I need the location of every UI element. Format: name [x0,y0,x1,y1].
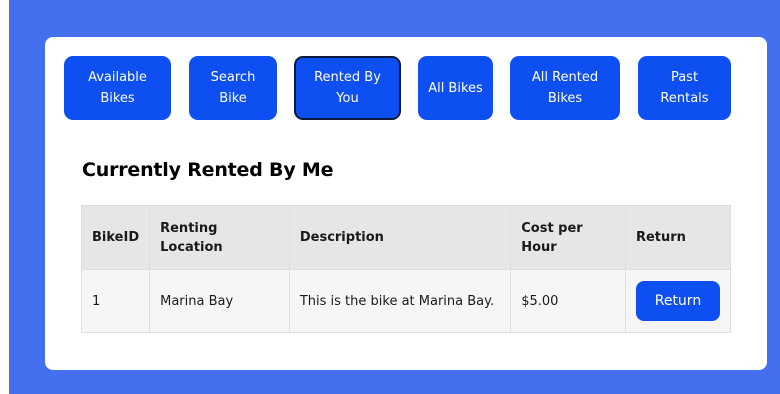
nav-all-bikes-label: All Bikes [428,80,483,96]
nav-available-bikes-label: Available Bikes [88,70,147,106]
cell-renting-location: Marina Bay [149,269,290,333]
main-card: Available Bikes Search Bike Rented By Yo… [45,37,767,370]
nav-rented-by-you-button[interactable]: Rented By You [294,56,401,120]
nav-all-rented-bikes-label: All Rented Bikes [531,70,599,106]
column-header-renting-location: Renting Location [149,205,290,270]
nav-available-bikes-button[interactable]: Available Bikes [64,56,171,120]
nav-search-bike-button[interactable]: Search Bike [189,56,277,120]
nav-past-rentals-button[interactable]: Past Rentals [638,56,731,120]
nav-all-rented-bikes-button[interactable]: All Rented Bikes [510,56,620,120]
table-header-row: BikeID Renting Location Description Cost… [80,205,732,270]
cell-description: This is the bike at Marina Bay. [288,269,512,333]
cell-return: Return [624,269,732,333]
cell-bike-id: 1 [80,269,151,333]
nav-all-bikes-button[interactable]: All Bikes [418,56,493,120]
page-title: Currently Rented By Me [82,159,334,181]
table-row: 1 Marina Bay This is the bike at Marina … [80,269,732,333]
return-button[interactable]: Return [635,281,720,321]
nav-search-bike-label: Search Bike [210,70,256,106]
app-background: Available Bikes Search Bike Rented By Yo… [9,0,780,394]
nav-past-rentals-label: Past Rentals [660,70,709,106]
nav-rented-by-you-label: Rented By You [314,70,381,106]
cell-cost-per-hour: $5.00 [510,269,626,333]
column-header-description: Description [288,205,512,270]
rented-bikes-table: BikeID Renting Location Description Cost… [80,205,732,333]
column-header-return: Return [624,205,732,270]
column-header-cost-per-hour: Cost per Hour [510,205,626,270]
column-header-bike-id: BikeID [80,205,151,270]
